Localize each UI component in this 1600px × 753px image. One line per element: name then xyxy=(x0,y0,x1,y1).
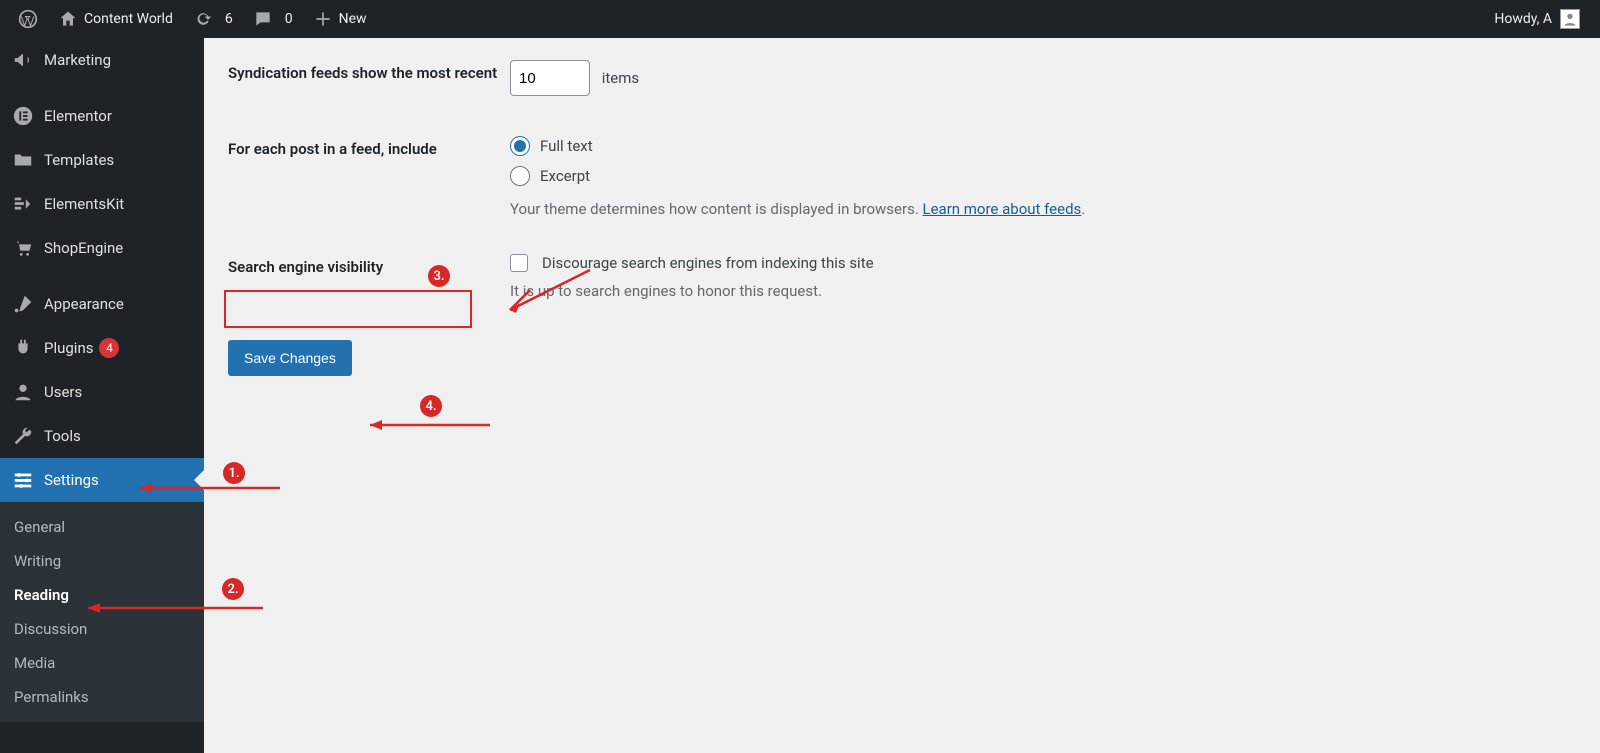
menu-label: Marketing xyxy=(44,51,111,69)
menu-marketing[interactable]: Marketing xyxy=(0,38,204,82)
account-link[interactable]: Howdy, A xyxy=(1484,0,1590,38)
user-icon xyxy=(12,381,34,403)
annotation-badge-3: 3. xyxy=(428,265,450,287)
feed-description: Your theme determines how content is dis… xyxy=(510,200,1576,218)
menu-shopengine[interactable]: ShopEngine xyxy=(0,226,204,270)
menu-label: Tools xyxy=(44,427,81,445)
admin-bar: Content World 6 0 New Howdy, A xyxy=(0,0,1600,38)
site-link[interactable]: Content World xyxy=(48,0,183,38)
menu-label: Templates xyxy=(44,151,114,169)
menu-label: Settings xyxy=(44,471,99,489)
annotation-arrow-2 xyxy=(78,598,278,618)
comments-link[interactable]: 0 xyxy=(243,0,303,38)
new-label: New xyxy=(339,11,367,27)
folder-icon xyxy=(12,149,34,171)
menu-label: Plugins xyxy=(44,339,93,357)
annotation-badge-1: 1. xyxy=(223,462,245,484)
radio-full-text[interactable]: Full text xyxy=(510,136,1576,156)
elementor-icon xyxy=(12,105,34,127)
plug-icon xyxy=(12,337,34,359)
wordpress-icon xyxy=(18,9,38,29)
annotation-arrow-1 xyxy=(130,478,290,498)
new-content-link[interactable]: New xyxy=(303,0,377,38)
comments-count: 0 xyxy=(285,11,293,27)
elementskit-icon xyxy=(12,193,34,215)
syndication-input[interactable] xyxy=(510,60,590,96)
menu-plugins[interactable]: Plugins 4 xyxy=(0,326,204,370)
radio-excerpt-input[interactable] xyxy=(510,166,530,186)
menu-elementskit[interactable]: ElementsKit xyxy=(0,182,204,226)
comment-icon xyxy=(253,9,273,29)
submenu-writing[interactable]: Writing xyxy=(0,544,204,578)
annotation-badge-4: 4. xyxy=(420,395,442,417)
menu-appearance[interactable]: Appearance xyxy=(0,282,204,326)
submenu-general[interactable]: General xyxy=(0,510,204,544)
annotation-badge-2: 2. xyxy=(222,578,244,600)
sev-note: It is up to search engines to honor this… xyxy=(510,282,1576,300)
updates-count: 6 xyxy=(225,11,233,27)
howdy-label: Howdy, A xyxy=(1494,11,1552,27)
radio-excerpt[interactable]: Excerpt xyxy=(510,166,1576,186)
plugins-badge: 4 xyxy=(99,338,119,358)
row-feed-include: For each post in a feed, include Full te… xyxy=(228,136,1576,218)
row-syndication: Syndication feeds show the most recent i… xyxy=(228,60,1576,96)
annotation-box-sev xyxy=(224,290,472,328)
home-icon xyxy=(58,9,78,29)
submenu-permalinks[interactable]: Permalinks xyxy=(0,680,204,714)
radio-full-text-input[interactable] xyxy=(510,136,530,156)
menu-label: Elementor xyxy=(44,107,112,125)
plus-icon xyxy=(313,9,333,29)
updates-link[interactable]: 6 xyxy=(183,0,243,38)
menu-elementor[interactable]: Elementor xyxy=(0,94,204,138)
submenu-media[interactable]: Media xyxy=(0,646,204,680)
radio-excerpt-label: Excerpt xyxy=(540,167,590,185)
content-area: Syndication feeds show the most recent i… xyxy=(204,38,1600,753)
annotation-arrow-4 xyxy=(360,415,500,435)
menu-label: ShopEngine xyxy=(44,239,123,257)
radio-full-text-label: Full text xyxy=(540,137,593,155)
admin-sidebar: Marketing Elementor Templates ElementsKi… xyxy=(0,38,204,753)
sev-checkbox-row[interactable]: Discourage search engines from indexing … xyxy=(510,254,1576,272)
syndication-label: Syndication feeds show the most recent xyxy=(228,60,510,82)
menu-label: ElementsKit xyxy=(44,195,124,213)
syndication-suffix: items xyxy=(602,69,639,87)
menu-templates[interactable]: Templates xyxy=(0,138,204,182)
wordpress-logo[interactable] xyxy=(8,0,48,38)
site-name: Content World xyxy=(84,11,173,27)
learn-more-link[interactable]: Learn more about feeds xyxy=(923,200,1082,218)
wrench-icon xyxy=(12,425,34,447)
update-icon xyxy=(193,9,213,29)
brush-icon xyxy=(12,293,34,315)
megaphone-icon xyxy=(12,49,34,71)
annotation-arrow-3 xyxy=(450,265,600,325)
feed-include-label: For each post in a feed, include xyxy=(228,136,510,158)
avatar xyxy=(1560,9,1580,29)
menu-users[interactable]: Users xyxy=(0,370,204,414)
menu-label: Appearance xyxy=(44,295,124,313)
sliders-icon xyxy=(12,469,34,491)
menu-tools[interactable]: Tools xyxy=(0,414,204,458)
cart-icon xyxy=(12,237,34,259)
save-changes-button[interactable]: Save Changes xyxy=(228,340,352,376)
menu-label: Users xyxy=(44,383,82,401)
